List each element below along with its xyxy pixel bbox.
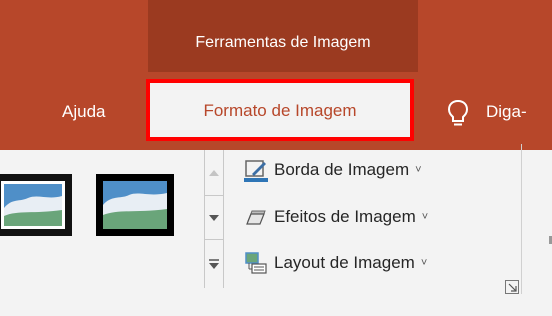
context-tab-group: Ferramentas de Imagem [148, 0, 418, 72]
picture-border-label: Borda de Imagem [274, 160, 410, 179]
group-separator [521, 144, 522, 294]
triangle-down-icon [209, 214, 219, 221]
chevron-down-icon: ˅ [420, 257, 428, 269]
picture-layout-label: Layout de Imagem [274, 253, 415, 272]
picture-styles-gallery [0, 150, 228, 290]
gallery-expand-icon [209, 259, 219, 269]
tab-formato-de-imagem[interactable]: Formato de Imagem [146, 79, 414, 141]
chevron-down-icon: ˅ [421, 211, 429, 223]
chevron-down-icon: ˅ [415, 164, 422, 176]
picture-style-thumbnail[interactable] [0, 174, 72, 236]
picture-border-icon [244, 160, 268, 182]
triangle-up-icon [209, 169, 219, 176]
lightbulb-icon[interactable] [446, 99, 470, 129]
picture-effects-button[interactable]: Efeitos de Imagem ˅ [244, 202, 428, 232]
title-bar: Ferramentas de Imagem [0, 0, 552, 72]
dialog-launcher-icon[interactable] [505, 280, 519, 294]
tell-me-search[interactable]: Diga- [486, 102, 527, 122]
gallery-scroll [204, 150, 224, 288]
picture-preview-icon [1, 181, 65, 229]
picture-preview-icon [103, 181, 167, 229]
context-tab-group-label: Ferramentas de Imagem [195, 34, 371, 51]
gallery-more-button[interactable] [205, 242, 223, 286]
picture-style-thumbnail[interactable] [96, 174, 174, 236]
tab-ajuda[interactable]: Ajuda [62, 102, 105, 122]
ribbon-body: Borda de Imagem ˅ Efeitos de Imagem ˅ La… [0, 144, 552, 316]
picture-effects-icon [246, 210, 266, 225]
tab-formato-de-imagem-label: Formato de Imagem [203, 101, 357, 120]
picture-layout-icon [245, 252, 267, 274]
gallery-scroll-down-button[interactable] [205, 196, 223, 240]
gallery-scroll-up-button[interactable] [205, 150, 223, 196]
picture-layout-button[interactable]: Layout de Imagem ˅ [244, 248, 427, 278]
picture-effects-label: Efeitos de Imagem [274, 207, 416, 226]
picture-border-button[interactable]: Borda de Imagem ˅ [244, 155, 422, 185]
